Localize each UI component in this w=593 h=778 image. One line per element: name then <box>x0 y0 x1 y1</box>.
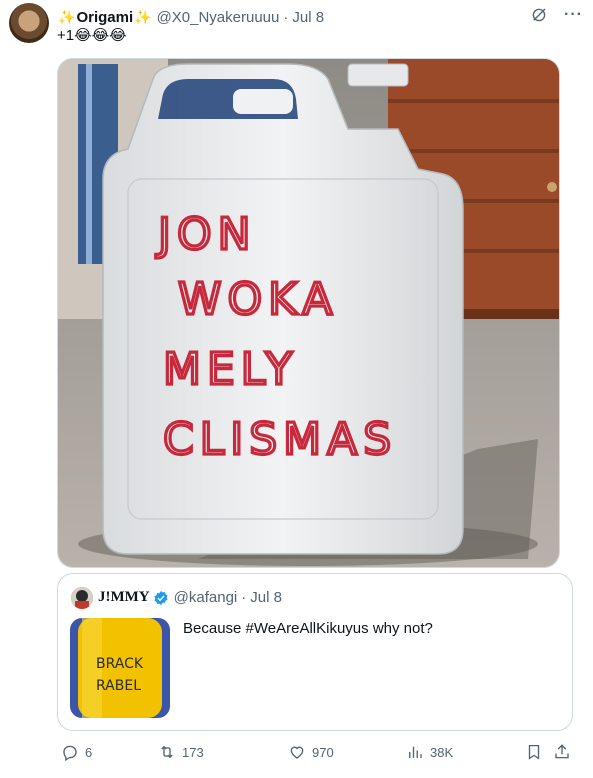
bookmark-icon <box>528 744 540 760</box>
sparkle-emoji-left: ✨ <box>58 8 76 25</box>
like-count: 970 <box>312 744 334 760</box>
photo-text-line-3: MELY <box>163 344 298 395</box>
thumb-text-line-1: BRACK <box>96 656 144 672</box>
repost-count: 173 <box>182 744 204 760</box>
quoted-header: J!MMY @kafangi · Jul 8 <box>98 589 282 606</box>
share-button[interactable] <box>553 740 571 764</box>
author-avatar[interactable] <box>9 3 49 43</box>
grok-icon[interactable] <box>530 6 548 24</box>
like-button[interactable]: 970 <box>288 740 334 764</box>
photo-text-line-4: CLISMAS <box>163 414 397 465</box>
quoted-author-handle[interactable]: @kafangi <box>174 589 238 606</box>
author-name[interactable]: ✨ Origami ✨ <box>57 9 153 26</box>
sparkle-emoji-right: ✨ <box>134 8 152 25</box>
tweet-date[interactable]: Jul 8 <box>292 9 324 26</box>
quoted-avatar-image <box>71 587 93 609</box>
tweet-photo[interactable]: JON WOKA MELY CLISMAS <box>57 58 560 568</box>
author-name-label: Origami <box>76 8 134 26</box>
bookmark-button[interactable] <box>525 740 543 764</box>
photo-text-line-2: WOKA <box>178 274 338 325</box>
views-count: 38K <box>430 744 454 760</box>
reply-icon <box>63 745 77 761</box>
thumb-text-line-2: RABEL <box>96 678 141 694</box>
tweet-text: +1😂😂😂 <box>57 27 127 44</box>
author-handle[interactable]: @X0_Nyakeruuuu <box>157 9 280 26</box>
repost-icon <box>161 745 173 759</box>
action-bar: 6 173 970 38K <box>57 740 573 764</box>
reply-count: 6 <box>85 744 93 760</box>
quoted-separator-dot: · <box>241 589 247 606</box>
quoted-tweet[interactable]: J!MMY @kafangi · Jul 8 BRACK RABEL Becau… <box>57 573 573 731</box>
photo-text-line-1: JON <box>155 209 257 260</box>
separator-dot: · <box>283 8 289 26</box>
more-icon[interactable]: ··· <box>564 6 583 24</box>
jerrycan-photo-image: JON WOKA MELY CLISMAS <box>58 59 559 567</box>
views-icon <box>409 746 422 758</box>
quoted-date[interactable]: Jul 8 <box>250 589 282 606</box>
quoted-thumbnail-image: BRACK RABEL <box>70 618 170 718</box>
header-icons: ··· <box>530 6 583 24</box>
tweet-header: ✨ Origami ✨ @X0_Nyakeruuuu · Jul 8 ··· <box>57 6 583 28</box>
views-button[interactable]: 38K <box>406 740 453 764</box>
quoted-author-avatar[interactable] <box>71 587 93 609</box>
quoted-thumbnail[interactable]: BRACK RABEL <box>70 618 170 718</box>
quoted-text: Because #WeAreAllKikuyus why not? <box>183 620 433 637</box>
quoted-author-name[interactable]: J!MMY <box>98 589 150 606</box>
share-icon <box>555 744 569 759</box>
repost-button[interactable]: 173 <box>158 740 204 764</box>
reply-button[interactable]: 6 <box>61 740 92 764</box>
verified-badge-icon <box>154 590 168 605</box>
like-icon <box>290 746 304 759</box>
